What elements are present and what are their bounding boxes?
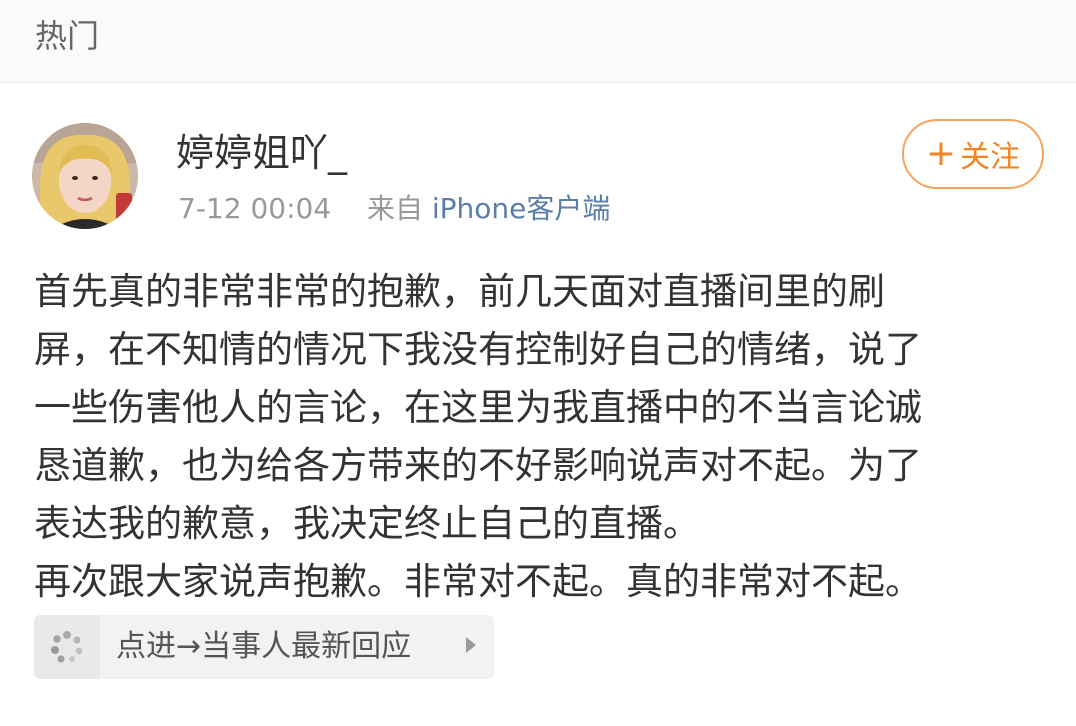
post-body-line: 恳道歉，也为给各方带来的不好影响说声对不起。为了 [34,444,922,487]
post-body-line: 再次跟大家说声抱歉。非常对不起。真的非常对不起。 [34,560,922,603]
post-time: 7-12 00:04 [178,192,332,225]
top-header: 热门 [0,0,1076,83]
post-meta: 7-12 00:04 来自 iPhone客户端 [178,191,610,227]
post-card: 婷婷姐吖_ 7-12 00:04 来自 iPhone客户端 + 关注 首先真的非… [0,83,1076,726]
post-body-line: 首先真的非常非常的抱歉，前几天面对直播间里的刷 [34,270,885,313]
post-source[interactable]: iPhone客户端 [432,192,611,225]
follow-button[interactable]: + 关注 [902,119,1044,189]
post-body-line: 屏，在不知情的情况下我没有控制好自己的情绪，说了 [34,328,922,371]
follow-label: 关注 [960,140,1021,175]
post-body: 首先真的非常非常的抱歉，前几天面对直播间里的刷 屏，在不知情的情况下我没有控制好… [34,263,1034,611]
loading-dots-icon [34,615,100,679]
related-link-card[interactable]: 点进→当事人最新回应 [34,615,494,679]
username[interactable]: 婷婷姐吖_ [176,129,347,177]
header-title: 热门 [35,17,100,55]
avatar-image [32,123,138,229]
plus-icon: + [925,133,957,174]
related-link-label: 点进→当事人最新回应 [116,629,412,664]
post-body-line: 一些伤害他人的言论，在这里为我直播中的不当言论诚 [34,386,922,429]
avatar[interactable] [32,123,138,229]
source-prefix: 来自 [366,192,423,225]
post-body-line: 表达我的歉意，我决定终止自己的直播。 [34,502,700,545]
chevron-right-icon [466,637,476,653]
